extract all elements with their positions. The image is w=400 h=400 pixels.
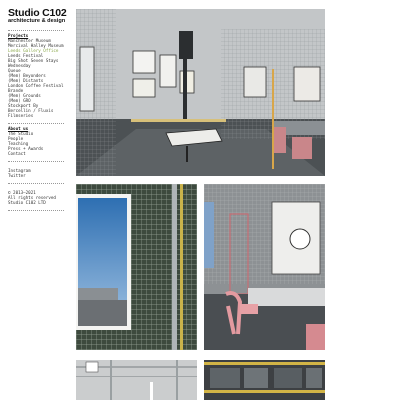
office-desk-illustration <box>204 184 325 350</box>
mesh-display-illustration <box>76 184 197 350</box>
shelving-illustration <box>204 360 325 400</box>
divider <box>8 183 64 184</box>
nav-about-contact[interactable]: Contact <box>8 151 64 156</box>
about-nav: About us The Studio People Teaching Press +… <box>8 126 64 156</box>
mesh-display-photo[interactable] <box>76 184 197 350</box>
divider <box>8 161 64 162</box>
sidebar: Studio C102 architecture & design Projec… <box>8 8 67 213</box>
credit-text: Studio C102 LTD <box>8 200 46 205</box>
nav-project-filmseries[interactable]: Filmseries <box>8 113 64 118</box>
social-nav: Instagram Twitter <box>8 168 64 178</box>
shelving-photo[interactable] <box>204 360 325 400</box>
gallery-workshop-illustration <box>76 9 325 176</box>
divider <box>8 210 64 211</box>
divider <box>8 30 64 31</box>
site-title[interactable]: Studio C102 <box>8 8 67 19</box>
social-link-twitter[interactable]: Twitter <box>8 173 64 178</box>
ceiling-lights-photo[interactable] <box>76 360 197 400</box>
ceiling-lights-illustration <box>76 360 197 400</box>
project-nav: Projects Manchester Museum Mercival Halle… <box>8 33 64 118</box>
divider <box>8 123 64 124</box>
gallery-workshop-photo[interactable] <box>76 9 325 176</box>
office-desk-photo[interactable] <box>204 184 325 350</box>
site-subtitle: architecture & design <box>8 18 66 24</box>
